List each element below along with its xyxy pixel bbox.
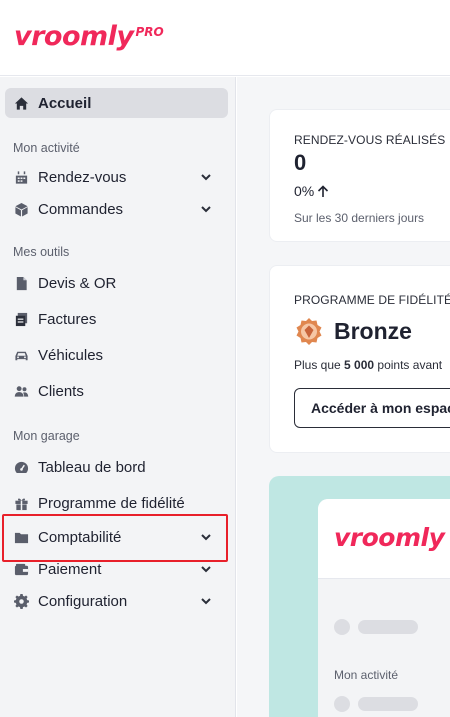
change-value: 0% (294, 183, 315, 199)
sidebar-item-vehicules[interactable]: Véhicules (5, 340, 228, 370)
tier-row: Bronze (294, 316, 412, 346)
section-title-mes-outils: Mes outils (13, 245, 70, 259)
card-title: PROGRAMME DE FIDÉLITÉ (294, 293, 450, 307)
chevron-down-icon[interactable] (200, 594, 212, 606)
appointments-card: RENDEZ-VOUS RÉALISÉS 0 0% Sur les 30 der… (269, 109, 450, 242)
comptabilite-highlight-box (2, 514, 228, 562)
document-icon (13, 275, 29, 291)
car-icon (13, 347, 29, 363)
logo-text: vroomly (14, 21, 134, 52)
sidebar-item-factures[interactable]: Factures (5, 304, 228, 334)
appointments-count: 0 (294, 150, 307, 175)
sidebar-item-label: Véhicules (38, 346, 104, 364)
skeleton-bar (358, 620, 418, 634)
promo-banner: vroomly Mon activité (269, 476, 450, 717)
sidebar-item-label: Tableau de bord (38, 458, 146, 476)
sidebar-item-label: Accueil (38, 94, 92, 112)
sidebar-item-devis-or[interactable]: Devis & OR (5, 268, 228, 298)
tier-name: Bronze (334, 317, 412, 344)
sidebar-item-label: Commandes (38, 200, 124, 218)
cube-icon (13, 201, 29, 217)
sidebar-item-label: Clients (38, 382, 84, 400)
card-title: RENDEZ-VOUS RÉALISÉS (294, 133, 446, 147)
promo-preview-header: vroomly (318, 499, 450, 579)
sidebar-item-rendez-vous[interactable]: Rendez-vous (5, 162, 228, 192)
arrow-up-icon (318, 184, 329, 197)
promo-section-label: Mon activité (334, 668, 399, 682)
loyalty-card: PROGRAMME DE FIDÉLITÉ Bronze Plus que 5 … (269, 265, 450, 453)
bronze-medal-icon (296, 318, 322, 345)
sidebar-item-label: Rendez-vous (38, 168, 127, 186)
sidebar-item-tableau-de-bord[interactable]: Tableau de bord (5, 452, 228, 482)
points-value: 5 000 (344, 358, 375, 372)
section-title-mon-activite: Mon activité (13, 141, 80, 155)
skeleton-dot (334, 619, 350, 635)
sidebar-item-label: Factures (38, 310, 97, 328)
period-label: Sur les 30 derniers jours (294, 211, 425, 225)
top-bar: vroomly PRO (0, 0, 450, 76)
sidebar-item-label: Paiement (38, 560, 102, 578)
sidebar-item-label: Devis & OR (38, 274, 117, 292)
sidebar-item-label: Configuration (38, 592, 128, 610)
main-content: RENDEZ-VOUS RÉALISÉS 0 0% Sur les 30 der… (237, 77, 450, 717)
calendar-icon (13, 169, 29, 185)
points-prefix: Plus que (294, 358, 345, 372)
sidebar: Accueil Mon activité Rendez-vous Command… (0, 77, 236, 717)
sidebar-item-configuration[interactable]: Configuration (5, 586, 228, 616)
section-title-mon-garage: Mon garage (13, 429, 80, 443)
skeleton-bar (358, 697, 418, 711)
points-remaining-text: Plus que 5 000 points avant (294, 358, 442, 372)
sidebar-item-commandes[interactable]: Commandes (5, 194, 228, 224)
skeleton-dot (334, 696, 350, 712)
gear-icon (13, 593, 29, 609)
users-icon (13, 383, 29, 399)
sidebar-item-label: Programme de fidélité (38, 494, 185, 512)
access-space-button[interactable]: Accéder à mon espace (294, 388, 450, 428)
logo-pro-badge: PRO (135, 25, 164, 39)
vroomly-pro-logo[interactable]: vroomly PRO (14, 22, 164, 52)
gift-icon (13, 495, 29, 511)
invoice-icon (13, 311, 29, 327)
appointments-change: 0% (294, 183, 329, 199)
chevron-down-icon[interactable] (200, 170, 212, 182)
home-icon (13, 95, 29, 111)
sidebar-item-clients[interactable]: Clients (5, 376, 228, 406)
chevron-down-icon[interactable] (200, 202, 212, 214)
chevron-down-icon[interactable] (200, 562, 212, 574)
gauge-icon (13, 459, 29, 475)
promo-logo: vroomly (334, 523, 445, 552)
wallet-icon (13, 561, 29, 577)
sidebar-item-accueil[interactable]: Accueil (5, 88, 228, 118)
points-suffix: points avant (374, 358, 443, 372)
promo-preview: vroomly Mon activité (318, 499, 450, 717)
